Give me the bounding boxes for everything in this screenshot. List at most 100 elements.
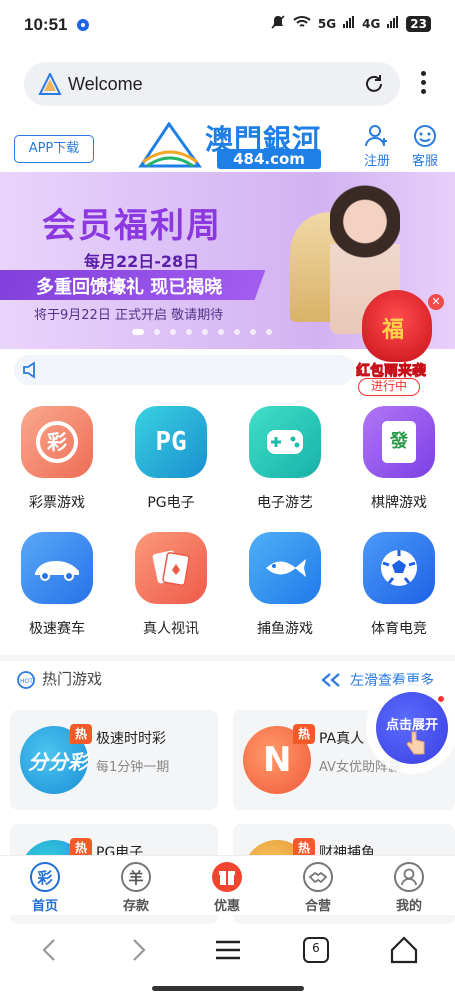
category-label: 棋牌游戏 — [371, 495, 427, 511]
carousel-indicator — [132, 329, 272, 335]
svg-text:HOT: HOT — [20, 678, 33, 685]
banner-title: 会员福利周 — [42, 206, 222, 246]
tab-label: 我的 — [395, 899, 422, 914]
red-envelope-caption: 红包雨来袭 — [356, 363, 427, 380]
race-car-icon — [21, 532, 93, 604]
hot-games-title: 热门游戏 — [42, 670, 103, 688]
banner-slogan: 多重回馈壕礼 现已揭晓 — [36, 277, 223, 298]
section-divider — [0, 655, 455, 661]
tab-label: 首页 — [31, 899, 58, 914]
tabs-button[interactable]: 6 — [298, 932, 334, 968]
red-envelope-widget[interactable]: ✕ 红包雨来袭 进行中 — [352, 290, 444, 400]
red-envelope-icon — [362, 290, 432, 362]
more-menu-icon[interactable] — [416, 68, 430, 100]
user-add-icon — [365, 125, 387, 147]
page-title: Welcome — [68, 74, 143, 94]
user-icon — [394, 862, 424, 892]
gamepad-icon — [249, 406, 321, 478]
tab-partnership[interactable]: 合营 — [288, 862, 348, 914]
service-label: 客服 — [411, 154, 438, 169]
double-chevron-left-icon — [321, 673, 340, 687]
category-label: 极速赛车 — [29, 621, 85, 637]
back-icon[interactable] — [32, 932, 68, 968]
game-name: 极速时时彩 — [96, 731, 166, 747]
mute-icon — [270, 14, 286, 33]
forward-icon[interactable] — [120, 932, 156, 968]
browser-nav-bar: 6 — [0, 920, 455, 980]
status-icons: 5G 4G 23 — [270, 14, 431, 33]
hot-badge: 热 — [70, 724, 92, 744]
signal-4g: 4G — [362, 16, 381, 31]
banner-dates: 每月22日-28日 — [84, 252, 200, 271]
site-favicon-icon — [38, 71, 62, 99]
battery-level: 23 — [406, 15, 431, 32]
category-label: 捕鱼游戏 — [257, 621, 313, 637]
tab-label: 存款 — [122, 899, 149, 914]
handshake-icon — [303, 862, 333, 892]
fish-icon — [249, 532, 321, 604]
status-bar: 10:51 5G 4G 23 — [0, 0, 455, 52]
wifi-icon — [293, 15, 311, 32]
deposit-icon: 羊 — [121, 862, 151, 892]
category-pg[interactable]: PG PG电子 — [121, 406, 221, 512]
category-label: PG电子 — [147, 495, 195, 511]
category-chess-cards[interactable]: 發 棋牌游戏 — [349, 406, 449, 512]
reload-icon[interactable] — [362, 72, 386, 100]
category-racing[interactable]: 极速赛车 — [7, 532, 107, 638]
banner-subtitle: 将于9月22日 正式开启 敬请期待 — [34, 308, 224, 323]
category-label: 电子游艺 — [257, 495, 313, 511]
close-icon[interactable]: ✕ — [428, 294, 444, 310]
hand-pointer-icon — [406, 731, 425, 755]
category-live[interactable]: 真人视讯 — [121, 532, 221, 638]
category-label: 真人视讯 — [143, 621, 199, 637]
notification-dot — [436, 694, 446, 704]
address-bar[interactable]: Welcome — [24, 62, 400, 106]
bottom-tab-bar: 彩 首页 羊 存款 优惠 合营 我的 — [0, 855, 455, 915]
home-indicator[interactable] — [152, 986, 304, 991]
notification-dot-icon — [77, 19, 89, 31]
tab-home[interactable]: 彩 首页 — [15, 862, 75, 914]
gift-icon — [212, 862, 242, 892]
register-button[interactable]: 注册 — [359, 124, 395, 169]
red-envelope-status: 进行中 — [358, 378, 420, 396]
home-icon[interactable] — [386, 932, 422, 968]
tab-profile[interactable]: 我的 — [379, 862, 439, 914]
home-lottery-icon: 彩 — [30, 862, 60, 892]
customer-service-button[interactable]: 客服 — [407, 124, 443, 169]
hot-badge-icon: HOT — [17, 670, 35, 689]
pg-icon: PG — [155, 427, 187, 457]
signal-icon-2 — [387, 16, 399, 31]
cards-icon — [135, 532, 207, 604]
category-electronic[interactable]: 电子游艺 — [235, 406, 335, 512]
game-desc: 每1分钟一期 — [96, 760, 170, 775]
hot-games-header: HOT 热门游戏 — [16, 668, 102, 689]
app-download-button[interactable]: APP下载 — [14, 135, 94, 163]
tab-count: 6 — [312, 941, 320, 955]
category-fishing[interactable]: 捕鱼游戏 — [235, 532, 335, 638]
expand-fab-button[interactable]: 点击展开 — [376, 692, 448, 764]
lottery-icon: 彩 — [21, 406, 93, 478]
category-label: 体育电竞 — [371, 621, 427, 637]
category-sports[interactable]: 体育电竞 — [349, 532, 449, 638]
signal-icon — [343, 16, 355, 31]
hot-badge: 热 — [293, 724, 315, 744]
category-lottery[interactable]: 彩 彩票游戏 — [7, 406, 107, 512]
tab-deposit[interactable]: 羊 存款 — [106, 862, 166, 914]
logo-emblem-icon — [138, 122, 202, 168]
smiley-icon — [414, 125, 436, 147]
site-logo[interactable]: 澳門銀河 484.com — [135, 118, 325, 170]
brand-domain: 484.com — [217, 149, 321, 169]
register-label: 注册 — [363, 154, 390, 169]
signal-5g: 5G — [317, 16, 337, 31]
tab-label: 合营 — [304, 899, 331, 914]
tab-promotions[interactable]: 优惠 — [197, 862, 257, 914]
menu-icon[interactable] — [210, 932, 246, 968]
category-label: 彩票游戏 — [29, 495, 85, 511]
soccer-icon — [363, 532, 435, 604]
tab-label: 优惠 — [213, 899, 240, 914]
game-name: PA真人 — [319, 731, 365, 747]
status-time: 10:51 — [24, 15, 68, 34]
game-card-ssc[interactable]: 分分彩 热 极速时时彩 每1分钟一期 — [10, 710, 218, 810]
mahjong-icon: 發 — [363, 406, 435, 478]
announcement-bar[interactable] — [14, 355, 354, 385]
